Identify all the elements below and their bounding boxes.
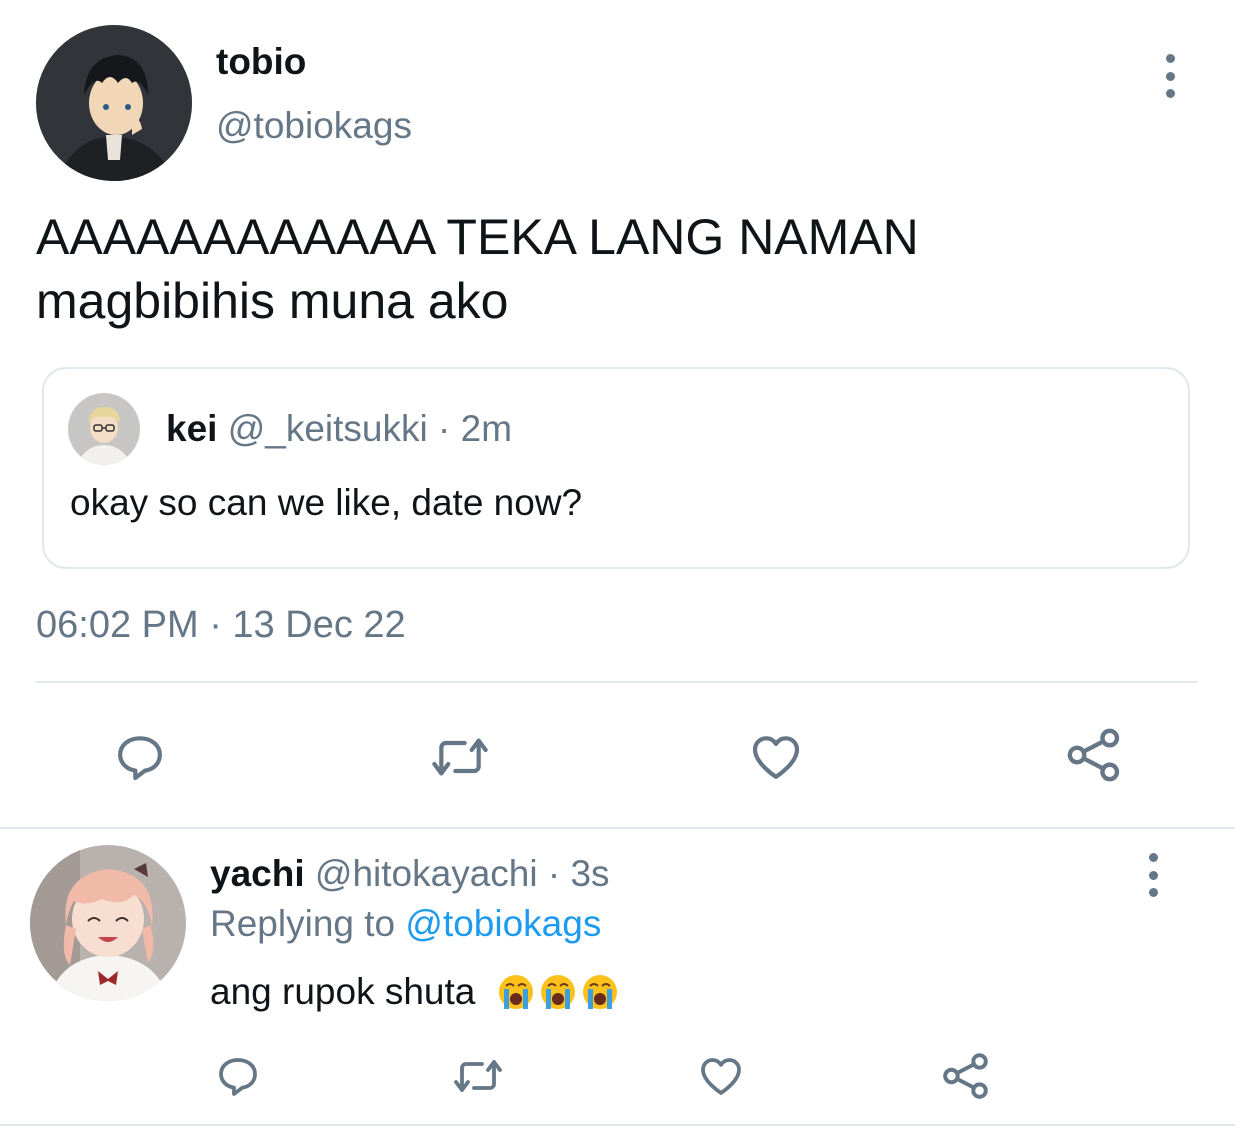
like-icon — [701, 1058, 741, 1095]
main-tweet-text-line1: AAAAAAAAAAAA TEKA LANG NAMAN — [36, 209, 919, 265]
reply-icon — [118, 736, 162, 781]
crying-face-emoji-icon — [582, 975, 617, 1009]
quoted-tweet-card[interactable]: kei @_keitsukki · 2m okay so can we like… — [42, 367, 1190, 569]
reply-handle[interactable]: @hitokayachi — [315, 853, 538, 894]
reply-icon — [219, 1058, 257, 1096]
replying-to-handle[interactable]: @tobiokags — [405, 903, 601, 944]
bottom-divider — [0, 1124, 1235, 1126]
reply-time: · 3s — [547, 853, 610, 894]
main-share-button[interactable] — [1064, 725, 1124, 785]
share-icon — [1067, 728, 1120, 782]
main-tweet-text-line2: magbibihis muna ako — [36, 273, 509, 329]
divider — [36, 681, 1198, 683]
crying-face-emoji-icon — [540, 975, 575, 1009]
reply-text: ang rupok shuta — [210, 971, 476, 1012]
tobio-avatar[interactable] — [36, 25, 192, 181]
reply-retweet-button[interactable] — [450, 1050, 506, 1102]
quoted-time: · 2m — [438, 408, 513, 449]
quoted-header: kei @_keitsukki · 2m — [166, 407, 512, 451]
quoted-handle[interactable]: @_keitsukki — [228, 408, 428, 449]
retweet-icon — [454, 1060, 502, 1092]
retweet-icon — [432, 738, 488, 776]
reply-text-row: ang rupok shuta — [210, 968, 620, 1016]
replying-to: Replying to @tobiokags — [210, 902, 601, 946]
replying-to-label: Replying to — [210, 903, 396, 944]
like-icon — [752, 736, 800, 779]
main-reply-button[interactable] — [110, 727, 170, 787]
reply-header: yachi @hitokayachi · 3s — [210, 852, 610, 896]
yachi-avatar[interactable] — [30, 845, 186, 1001]
more-options-icon[interactable] — [1160, 54, 1180, 98]
quoted-display-name[interactable]: kei — [166, 408, 217, 449]
kei-avatar[interactable] — [68, 393, 140, 465]
quoted-text: okay so can we like, date now? — [70, 482, 583, 523]
section-divider — [0, 827, 1235, 829]
main-timestamp[interactable]: 06:02 PM · 13 Dec 22 — [36, 602, 406, 648]
reply-like-button[interactable] — [695, 1050, 747, 1102]
main-like-button[interactable] — [746, 727, 806, 787]
crying-face-emoji-icon — [498, 975, 533, 1009]
main-retweet-button[interactable] — [428, 727, 492, 787]
main-display-name[interactable]: tobio — [216, 40, 306, 84]
main-handle[interactable]: @tobiokags — [216, 104, 412, 148]
reply-share-button[interactable] — [940, 1050, 992, 1102]
share-icon — [943, 1053, 988, 1099]
reply-more-options-icon[interactable] — [1143, 853, 1163, 897]
reply-display-name[interactable]: yachi — [210, 853, 305, 894]
reply-reply-button[interactable] — [212, 1050, 264, 1102]
